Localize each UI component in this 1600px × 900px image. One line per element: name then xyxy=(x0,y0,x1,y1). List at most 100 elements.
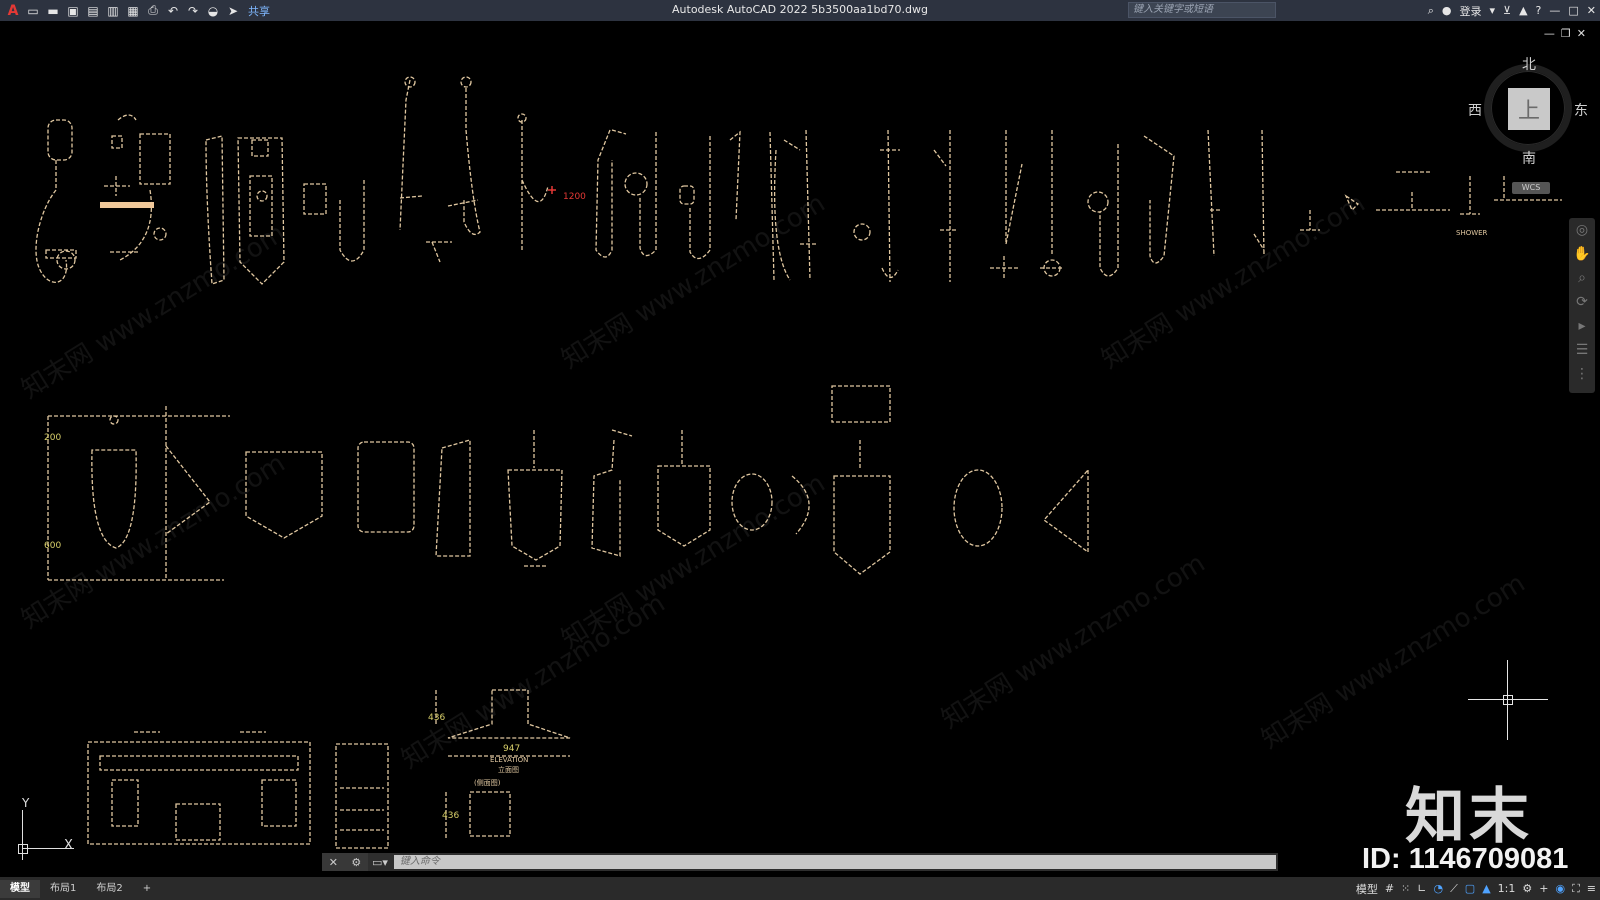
ucs-origin-box xyxy=(18,844,28,854)
ortho-icon[interactable]: ∟ xyxy=(1417,882,1426,895)
model-space-canvas[interactable]: 200 600 436 947 436 1200 SHOWER ELEVATIO… xyxy=(0,21,1600,879)
autodesk-icon[interactable]: ▲ xyxy=(1519,4,1527,17)
grid-icon[interactable]: # xyxy=(1385,882,1394,895)
viewcube-top-face[interactable]: 上 xyxy=(1508,88,1550,130)
viewport-window-controls[interactable]: —❐✕ xyxy=(1544,27,1592,40)
thermostat-box xyxy=(303,183,327,215)
save-icon[interactable]: ▣ xyxy=(64,2,82,20)
hand-shower-set-1 xyxy=(399,76,452,263)
search-input[interactable]: 键入关键字或短语 xyxy=(1128,2,1276,18)
osnap-icon[interactable]: ▢ xyxy=(1465,882,1475,895)
nav-more-icon[interactable]: ⋮ xyxy=(1569,362,1595,386)
customization-menu-icon[interactable]: ≡ xyxy=(1587,882,1596,895)
ucs-x-label: X xyxy=(64,838,73,853)
orbit-icon[interactable]: ⟳ xyxy=(1569,290,1595,314)
command-line: ✕ ⚙ ▭▾ 键入命令 xyxy=(322,853,1278,871)
showmotion-icon[interactable]: ▸ xyxy=(1569,314,1595,338)
compass-north[interactable]: 北 xyxy=(1522,54,1536,74)
shower-label: SHOWER xyxy=(1456,229,1488,237)
urinal-round xyxy=(953,469,1003,547)
viewport-close-icon[interactable]: ✕ xyxy=(1577,27,1592,40)
isodraft-icon[interactable]: ⟋ xyxy=(1450,882,1458,896)
login-button[interactable]: 登录 xyxy=(1459,3,1481,19)
minimize-icon[interactable]: — xyxy=(1549,4,1560,17)
snap-icon[interactable]: ⁙ xyxy=(1401,882,1410,895)
urinal-corner xyxy=(1043,468,1089,554)
annotation-scale[interactable]: 1:1 xyxy=(1498,882,1516,895)
pan-icon[interactable]: ✋ xyxy=(1569,242,1595,266)
steering-wheel-icon[interactable]: ◎ xyxy=(1569,218,1595,242)
user-icon[interactable]: ● xyxy=(1442,4,1452,17)
recent-commands-icon[interactable]: ▭▾ xyxy=(368,856,392,869)
title-right-controls: ⌕ ● 登录 ▾ ⊻ ▲ ? — □ ✕ xyxy=(1428,0,1596,21)
close-icon[interactable]: ✕ xyxy=(1587,4,1596,17)
model-space-toggle[interactable]: 模型 xyxy=(1356,881,1378,897)
zoom-icon[interactable]: ⌕ xyxy=(1569,266,1595,290)
slide-bar-6 xyxy=(1040,130,1064,277)
wcs-menu[interactable]: WCS xyxy=(1512,182,1550,194)
tab-layout2[interactable]: 布局2 xyxy=(86,880,132,898)
slide-bar-4 xyxy=(933,130,956,282)
side-view-label: (侧面图) xyxy=(474,779,501,787)
tab-model[interactable]: 模型 xyxy=(0,879,40,898)
share-icon[interactable]: ➤ xyxy=(224,2,242,20)
help-icon[interactable]: ? xyxy=(1536,4,1542,17)
plus-icon[interactable]: + xyxy=(1539,882,1548,895)
add-layout-button[interactable]: + xyxy=(133,880,161,898)
compass-south[interactable]: 南 xyxy=(1522,148,1536,168)
open-folder-icon[interactable]: ▬ xyxy=(44,2,62,20)
save-web-icon[interactable]: ▦ xyxy=(124,2,142,20)
isolate-icon[interactable]: ◉ xyxy=(1555,882,1565,895)
tab-layout1[interactable]: 布局1 xyxy=(40,880,86,898)
urinal-flush-2 xyxy=(657,430,711,547)
title-bar: A ▭ ▬ ▣ ▤ ▥ ▦ ⎙ ↶ ↷ ◒ ➤ 共享 Autodesk Auto… xyxy=(0,0,1600,21)
double-vanity-elevation xyxy=(87,731,311,845)
status-bar: 模型 # ⁙ ∟ ◔ ⟋ ▢ ▲ 1:1 ⚙ + ◉ ⛶ ≡ xyxy=(1356,877,1596,900)
slide-bar-8 xyxy=(1253,129,1265,257)
share-button[interactable]: 共享 xyxy=(248,3,270,19)
brand-logo: 知末 xyxy=(1405,782,1533,852)
slide-bar-5 xyxy=(990,130,1023,280)
elevation-label: ELEVATION xyxy=(490,756,529,764)
dim-text-947: 947 xyxy=(503,744,521,754)
maximize-icon[interactable]: □ xyxy=(1568,4,1578,17)
compass-east[interactable]: 东 xyxy=(1574,100,1588,120)
quick-access-toolbar: A ▭ ▬ ▣ ▤ ▥ ▦ ⎙ ↶ ↷ ◒ ➤ 共享 xyxy=(0,0,270,21)
dim-text-600: 600 xyxy=(44,541,62,551)
red-dim-text: 1200 xyxy=(563,192,586,202)
command-line-buttons: ✕ ⚙ xyxy=(322,853,368,871)
viewcube[interactable]: 上 北 南 西 东 xyxy=(1468,57,1588,167)
search-icon[interactable]: ⌕ xyxy=(1428,4,1434,18)
bath-mixer-set xyxy=(104,114,171,261)
close-command-icon[interactable]: ✕ xyxy=(329,856,338,869)
command-input[interactable]: 键入命令 xyxy=(393,855,1276,869)
nav-menu-icon[interactable]: ☰ xyxy=(1569,338,1595,362)
polar-icon[interactable]: ◔ xyxy=(1433,882,1443,895)
settings-icon[interactable]: ⚙ xyxy=(1522,882,1532,895)
compass-west[interactable]: 西 xyxy=(1468,100,1482,120)
round-shower-set-2 xyxy=(1087,144,1119,277)
viewport-minimize-icon[interactable]: — xyxy=(1544,27,1561,40)
resource-id: ID: 1146709081 xyxy=(1362,843,1569,875)
undo-icon[interactable]: ↶ xyxy=(164,2,182,20)
redo-icon[interactable]: ↷ xyxy=(184,2,202,20)
shower-rail-1 xyxy=(517,113,549,250)
new-file-icon[interactable]: ▭ xyxy=(24,2,42,20)
cart-icon[interactable]: ⊻ xyxy=(1503,4,1511,17)
customize-command-icon[interactable]: ⚙ xyxy=(351,856,361,869)
open-web-icon[interactable]: ▥ xyxy=(104,2,122,20)
rain-shower-set xyxy=(1143,135,1175,264)
annotation-icon[interactable]: ▲ xyxy=(1482,882,1490,895)
fullscreen-icon[interactable]: ⛶ xyxy=(1572,882,1580,896)
urinal-tall xyxy=(831,385,891,575)
cad-drawing xyxy=(35,76,1562,849)
save-as-icon[interactable]: ▤ xyxy=(84,2,102,20)
app-menu-button[interactable]: A xyxy=(4,2,22,20)
urinal-flush-side xyxy=(591,429,633,557)
workspace-icon[interactable]: ◒ xyxy=(204,2,222,20)
dim-text-200: 200 xyxy=(44,433,62,443)
print-icon[interactable]: ⎙ xyxy=(144,2,162,20)
chevron-down-icon[interactable]: ▾ xyxy=(1489,4,1495,17)
dim-text-436-b: 436 xyxy=(442,811,460,821)
viewport-restore-icon[interactable]: ❐ xyxy=(1561,27,1577,40)
